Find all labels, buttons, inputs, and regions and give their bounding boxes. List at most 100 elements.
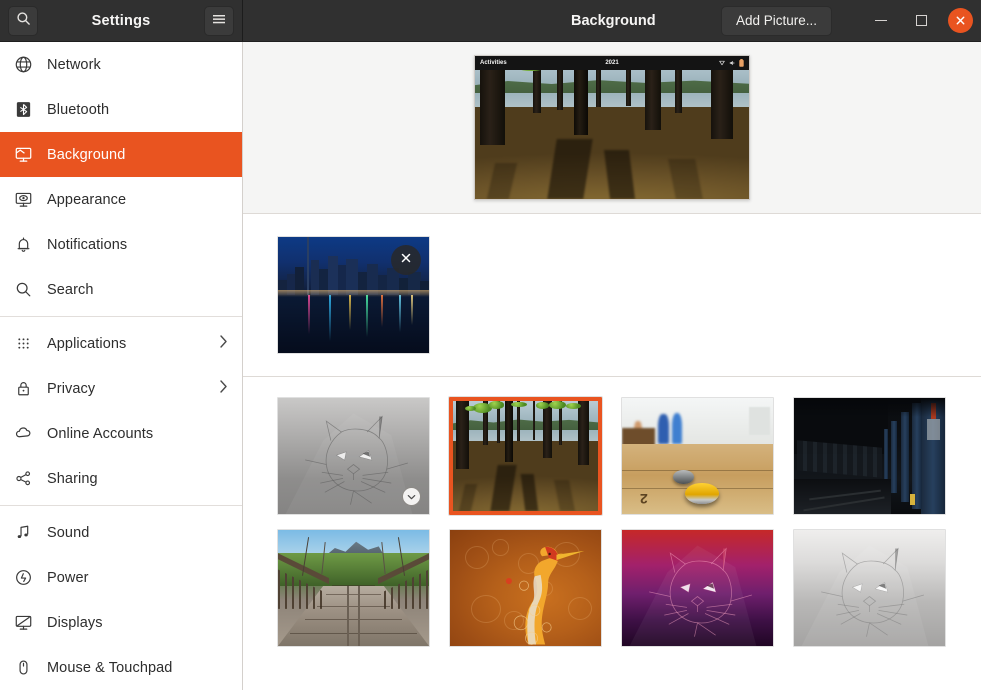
close-icon [955, 15, 966, 26]
wallpaper-thumb-ubuntu-lynx-purple-red[interactable] [621, 529, 774, 647]
wallpaper-thumb-ubuntu-lynx-grey-dark[interactable] [277, 397, 430, 515]
share-nodes-icon [14, 468, 40, 490]
search-icon [16, 11, 31, 31]
sidebar-item-label: Power [47, 569, 89, 586]
wallpaper-grid-area: 2 [243, 377, 981, 690]
wallpaper-thumb-shuffleboard-table[interactable]: 2 [621, 397, 774, 515]
sidebar-item-label: Displays [47, 614, 103, 631]
sidebar: Network Bluetooth Background Appearance … [0, 42, 243, 690]
wallpaper-art-subway [794, 398, 945, 514]
sidebar-item-sharing[interactable]: Sharing [0, 456, 242, 501]
sidebar-item-notifications[interactable]: Notifications [0, 222, 242, 267]
network-icon [719, 60, 725, 66]
grid-dots-icon [14, 333, 40, 355]
titlebar-sidebar-header: Settings [0, 0, 243, 41]
sidebar-separator [0, 505, 242, 506]
sidebar-item-label: Mouse & Touchpad [47, 659, 173, 676]
displays-icon [14, 612, 40, 634]
wallpaper-art-lynx-grey-light [794, 530, 945, 646]
app-title: Settings [91, 12, 151, 29]
sidebar-item-search[interactable]: Search [0, 267, 242, 312]
chevron-right-icon [219, 379, 228, 398]
sidebar-item-privacy[interactable]: Privacy [0, 366, 242, 411]
window-controls [868, 8, 973, 34]
wallpaper-art-bridge [278, 530, 429, 646]
power-icon [14, 567, 40, 589]
close-icon [400, 251, 412, 269]
wallpaper-art-lynx-purple [622, 530, 773, 646]
sidebar-item-applications[interactable]: Applications [0, 321, 242, 366]
lock-icon [14, 378, 40, 400]
sidebar-item-label: Bluetooth [47, 101, 110, 118]
sidebar-item-label: Appearance [47, 191, 127, 208]
add-picture-button[interactable]: Add Picture... [721, 5, 833, 36]
preview-clock-label: 2021 [605, 60, 619, 66]
appearance-icon [14, 189, 40, 211]
heron-graphic [505, 546, 585, 645]
wallpaper-grid: 2 [277, 396, 981, 647]
cloud-icon [14, 423, 40, 445]
custom-pictures-row [243, 214, 981, 377]
lynx-outline [801, 545, 929, 646]
wallpaper-thumb-forest-sunlit-trees-lake[interactable] [448, 396, 603, 516]
sidebar-item-label: Sound [47, 524, 90, 541]
wallpaper-thumb-ubuntu-heron-orange[interactable] [449, 529, 602, 647]
background-monitor-icon [14, 144, 40, 166]
sidebar-item-label: Background [47, 146, 126, 163]
sidebar-item-label: Privacy [47, 380, 96, 397]
lynx-outline [629, 545, 757, 646]
wallpaper-art-heron [450, 530, 601, 646]
check-circle-icon [402, 487, 421, 506]
wallpaper-thumb-subway-platform-dark[interactable] [793, 397, 946, 515]
bell-icon [14, 234, 40, 256]
wallpaper-thumb-suspension-bridge-mountains[interactable] [277, 529, 430, 647]
sidebar-item-network[interactable]: Network [0, 42, 242, 87]
wallpaper-art-shuffleboard: 2 [622, 398, 773, 514]
sidebar-item-label: Applications [47, 335, 127, 352]
maximize-button[interactable] [908, 8, 934, 34]
sidebar-item-label: Online Accounts [47, 425, 154, 442]
sidebar-separator [0, 316, 242, 317]
sidebar-item-background[interactable]: Background [0, 132, 242, 177]
sidebar-item-bluetooth[interactable]: Bluetooth [0, 87, 242, 132]
sidebar-item-mouse-touchpad[interactable]: Mouse & Touchpad [0, 645, 242, 690]
sidebar-item-displays[interactable]: Displays [0, 600, 242, 645]
bluetooth-icon [14, 99, 40, 121]
battery-icon [739, 59, 744, 67]
close-button[interactable] [948, 8, 973, 33]
wallpaper-thumb-ubuntu-lynx-grey-light[interactable] [793, 529, 946, 647]
preview-top-bar: Activities 2021 [475, 56, 749, 70]
sidebar-item-online-accounts[interactable]: Online Accounts [0, 411, 242, 456]
titlebar-main-header: Background Add Picture... [243, 0, 981, 41]
remove-picture-button[interactable] [391, 245, 421, 275]
hamburger-menu-icon [212, 12, 226, 30]
preview-activities-label: Activities [480, 60, 507, 66]
minimize-icon [875, 19, 887, 22]
search-icon [14, 279, 40, 301]
chevron-right-icon [219, 334, 228, 353]
search-button[interactable] [8, 5, 38, 36]
sidebar-item-label: Search [47, 281, 94, 298]
desktop-preview: Activities 2021 [474, 55, 750, 200]
window-body: Network Bluetooth Background Appearance … [0, 42, 981, 690]
preview-wallpaper-forest [475, 56, 749, 199]
mouse-icon [14, 657, 40, 679]
main-menu-button[interactable] [204, 5, 234, 36]
sidebar-item-label: Notifications [47, 236, 128, 253]
sidebar-item-power[interactable]: Power [0, 555, 242, 600]
maximize-icon [915, 15, 927, 26]
minimize-button[interactable] [868, 8, 894, 34]
volume-icon [729, 60, 736, 66]
background-panel: Activities 2021 2 [243, 42, 981, 690]
wallpaper-thumb-toronto-skyline-night[interactable] [277, 236, 430, 354]
music-note-icon [14, 522, 40, 544]
network-globe-icon [14, 54, 40, 76]
sidebar-item-sound[interactable]: Sound [0, 510, 242, 555]
settings-window: Settings Background Add Picture... Netwo… [0, 0, 981, 690]
sidebar-item-appearance[interactable]: Appearance [0, 177, 242, 222]
titlebar: Settings Background Add Picture... [0, 0, 981, 42]
desktop-preview-area: Activities 2021 [243, 42, 981, 214]
page-title: Background [571, 12, 656, 29]
sidebar-item-label: Network [47, 56, 101, 73]
sidebar-item-label: Sharing [47, 470, 98, 487]
